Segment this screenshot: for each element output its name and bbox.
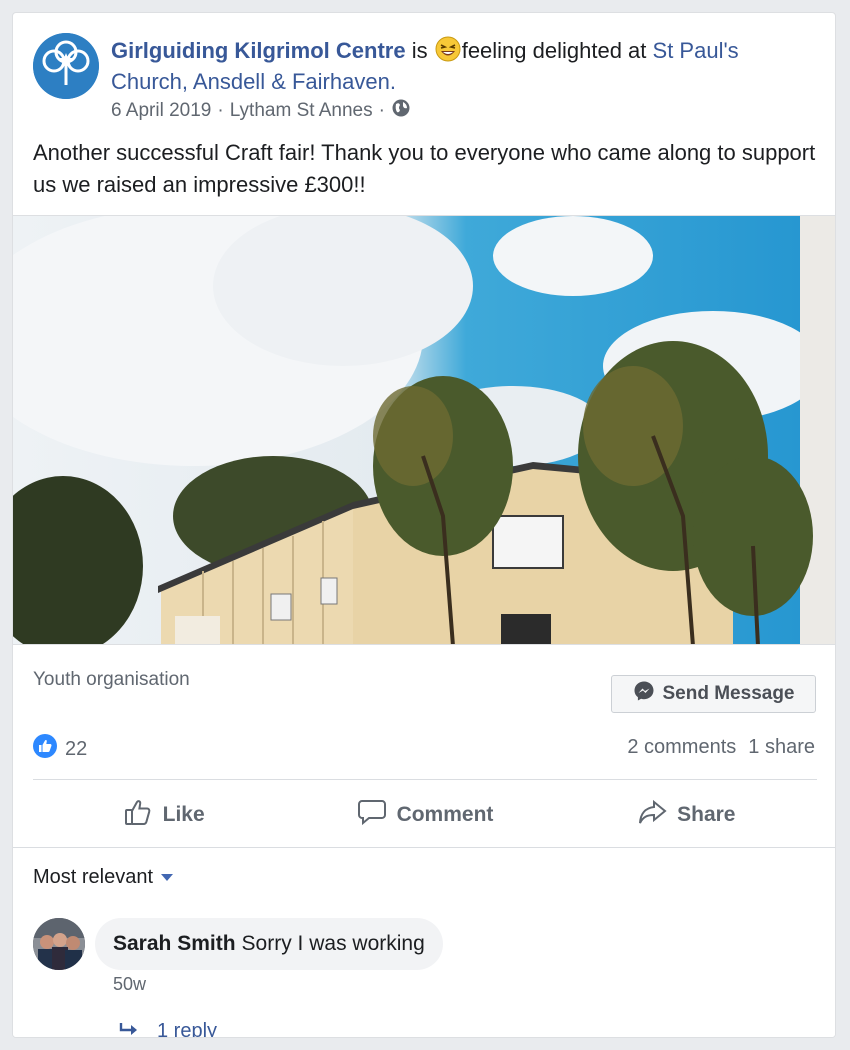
send-message-label: Send Message	[662, 683, 795, 704]
post-photo[interactable]	[13, 215, 835, 645]
divider	[33, 779, 817, 780]
send-message-button[interactable]: Send Message	[611, 675, 816, 713]
comment-label: Comment	[396, 803, 494, 826]
sort-label: Most relevant	[33, 866, 154, 888]
engagement-counts: 2 comments 1 share	[627, 736, 815, 759]
feeling-text: feeling delighted at	[461, 38, 647, 63]
thumbs-up-icon	[123, 797, 153, 833]
post-location[interactable]: Lytham St Annes	[230, 100, 373, 122]
reaction-summary[interactable]: 22	[33, 734, 87, 764]
comment-timestamp[interactable]: 50w	[113, 974, 146, 995]
comment-bubble: Sarah Smith Sorry I was working	[95, 918, 443, 970]
share-label: Share	[677, 803, 736, 826]
author-link[interactable]: Girlguiding Kilgrimol Centre	[111, 38, 406, 63]
is-text: is	[411, 38, 428, 63]
commenter-avatar[interactable]	[33, 918, 85, 970]
page-avatar[interactable]	[33, 33, 99, 99]
trefoil-logo-icon	[33, 33, 99, 99]
post-card: Girlguiding Kilgrimol Centre is feeling …	[12, 12, 836, 1038]
like-label: Like	[162, 803, 205, 826]
replies-count: 1 reply	[157, 1020, 218, 1038]
post-header: Girlguiding Kilgrimol Centre is feeling …	[111, 35, 811, 97]
globe-icon[interactable]	[391, 98, 411, 124]
comment-text: Sorry I was working	[241, 932, 425, 955]
like-count: 22	[65, 737, 88, 760]
post-meta: 6 April 2019 · Lytham St Annes ·	[111, 98, 411, 124]
comments-section: Most relevant Sarah Smith Sorry I was wo…	[13, 847, 835, 1038]
share-button[interactable]: Share	[556, 797, 817, 833]
share-arrow-icon	[637, 797, 667, 833]
reply-arrow-icon	[119, 1020, 139, 1037]
comment-bubble-icon	[357, 797, 387, 833]
laughing-emoji-icon	[435, 36, 461, 62]
meta-separator: ·	[378, 100, 385, 121]
comment-sort-dropdown[interactable]: Most relevant	[33, 866, 174, 889]
caret-down-icon	[161, 874, 174, 881]
post-date[interactable]: 6 April 2019	[111, 100, 211, 122]
comment-button[interactable]: Comment	[294, 797, 555, 833]
post-body: Another successful Craft fair! Thank you…	[33, 140, 816, 197]
action-bar: Like Comment Share	[33, 783, 817, 847]
view-replies-link[interactable]: 1 reply	[119, 1020, 218, 1038]
comment-author[interactable]: Sarah Smith	[113, 932, 236, 956]
share-count[interactable]: 1 share	[748, 736, 815, 759]
like-reaction-icon	[33, 734, 57, 764]
messenger-icon	[633, 680, 655, 708]
like-button[interactable]: Like	[33, 797, 294, 833]
comment-count[interactable]: 2 comments	[627, 736, 736, 759]
page-category: Youth organisation	[33, 669, 190, 690]
meta-separator: ·	[217, 100, 224, 121]
